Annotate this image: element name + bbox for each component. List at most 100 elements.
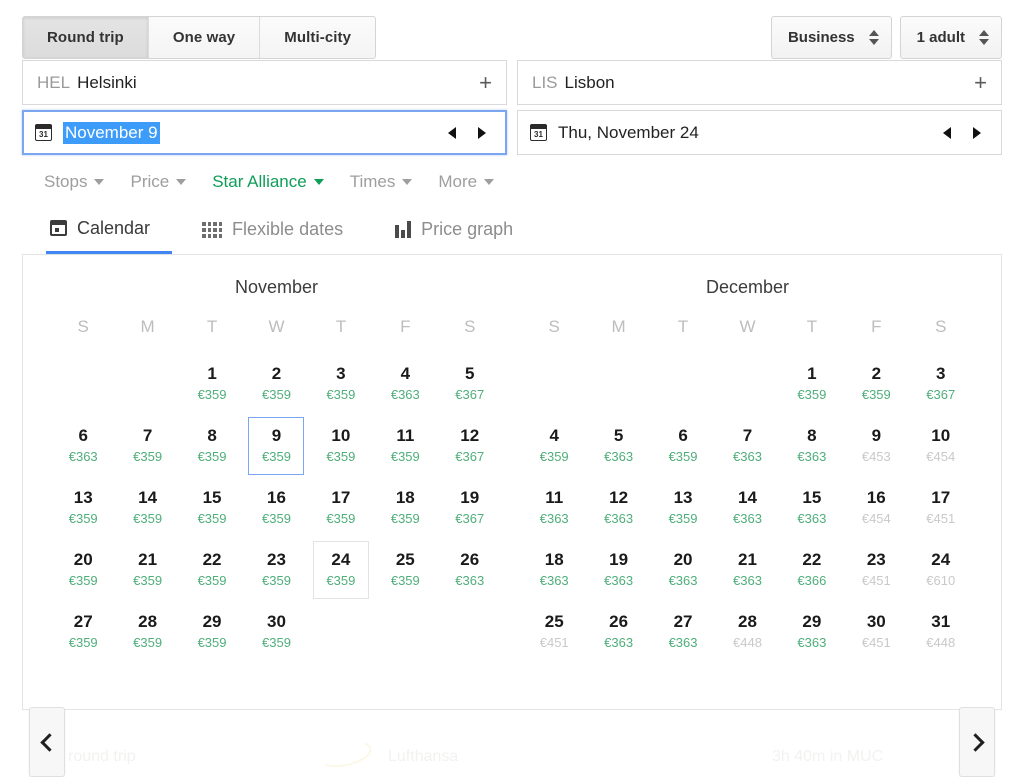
calendar-next-button[interactable] bbox=[959, 707, 995, 777]
day-number: 6 bbox=[678, 426, 688, 445]
day-cell[interactable]: 27 €363 bbox=[655, 603, 711, 661]
day-cell[interactable]: 1 €359 bbox=[784, 355, 840, 413]
day-cell[interactable]: 22 €366 bbox=[784, 541, 840, 599]
return-next-day-icon[interactable] bbox=[973, 126, 981, 139]
day-cell[interactable]: 21 €363 bbox=[719, 541, 775, 599]
day-cell[interactable]: 9 €359 bbox=[248, 417, 305, 475]
day-cell[interactable]: 28 €359 bbox=[120, 603, 176, 661]
day-cell[interactable]: 13 €359 bbox=[55, 479, 111, 537]
filter-stops[interactable]: Stops bbox=[44, 172, 105, 192]
return-date-field[interactable]: 31 Thu, November 24 bbox=[517, 110, 1002, 155]
tab-calendar[interactable]: Calendar bbox=[46, 205, 173, 254]
day-cell[interactable]: 16 €454 bbox=[848, 479, 904, 537]
passengers-picker[interactable]: 1 adult bbox=[899, 16, 1002, 59]
day-cell[interactable]: 23 €359 bbox=[248, 541, 304, 599]
trip-type-one-way[interactable]: One way bbox=[148, 17, 261, 58]
day-cell[interactable]: 7 €363 bbox=[719, 417, 775, 475]
filter-bar: Stops Price Star Alliance Times More bbox=[22, 159, 1002, 205]
cabin-class-picker[interactable]: Business bbox=[770, 16, 892, 59]
calendar-prev-button[interactable] bbox=[29, 707, 65, 777]
day-price: €363 bbox=[604, 449, 634, 464]
add-destination-icon[interactable]: + bbox=[974, 71, 987, 94]
day-cell[interactable]: 21 €359 bbox=[120, 541, 176, 599]
origin-field[interactable]: HEL Helsinki + bbox=[22, 60, 507, 105]
stepper-icon[interactable] bbox=[979, 30, 989, 45]
day-cell[interactable]: 23 €451 bbox=[848, 541, 904, 599]
filter-more[interactable]: More bbox=[438, 172, 495, 192]
calendar-week-row: 13 €359 14 €359 15 €359 16 €359 17 €359 18 €359 19 €3… bbox=[51, 479, 502, 541]
trip-type-segmented-control[interactable]: Round trip One way Multi-city bbox=[22, 16, 377, 59]
day-cell[interactable]: 10 €359 bbox=[313, 417, 369, 475]
day-cell[interactable]: 24 €359 bbox=[312, 541, 369, 599]
day-cell[interactable]: 9 €453 bbox=[848, 417, 904, 475]
day-cell[interactable]: 27 €359 bbox=[55, 603, 111, 661]
day-cell[interactable]: 4 €359 bbox=[526, 417, 582, 475]
weekday-header: W bbox=[739, 317, 756, 336]
departure-next-day-icon[interactable] bbox=[478, 126, 486, 139]
day-cell[interactable]: 26 €363 bbox=[591, 603, 647, 661]
add-origin-icon[interactable]: + bbox=[479, 71, 492, 94]
day-cell[interactable]: 20 €359 bbox=[55, 541, 111, 599]
month-title: November bbox=[234, 277, 319, 297]
day-cell[interactable]: 25 €451 bbox=[526, 603, 582, 661]
day-cell[interactable]: 31 €448 bbox=[913, 603, 969, 661]
day-cell[interactable]: 30 €359 bbox=[248, 603, 304, 661]
day-price: €363 bbox=[797, 635, 827, 650]
day-cell[interactable]: 19 €367 bbox=[442, 479, 498, 537]
day-cell[interactable]: 12 €367 bbox=[442, 417, 498, 475]
day-cell[interactable]: 1 €359 bbox=[184, 355, 240, 413]
day-cell[interactable]: 25 €359 bbox=[377, 541, 433, 599]
day-cell[interactable]: 3 €367 bbox=[913, 355, 969, 413]
day-cell[interactable]: 28 €448 bbox=[719, 603, 775, 661]
day-cell[interactable]: 2 €359 bbox=[248, 355, 304, 413]
day-number: 18 bbox=[544, 550, 564, 569]
day-cell[interactable]: 22 €359 bbox=[184, 541, 240, 599]
filter-price[interactable]: Price bbox=[130, 172, 187, 192]
day-cell[interactable]: 19 €363 bbox=[591, 541, 647, 599]
day-cell[interactable]: 3 €359 bbox=[313, 355, 369, 413]
filter-star-alliance[interactable]: Star Alliance bbox=[212, 172, 324, 192]
day-cell[interactable]: 15 €359 bbox=[184, 479, 240, 537]
day-cell[interactable]: 8 €359 bbox=[184, 417, 240, 475]
day-cell[interactable]: 14 €363 bbox=[719, 479, 775, 537]
day-cell[interactable]: 12 €363 bbox=[591, 479, 647, 537]
day-cell[interactable]: 29 €363 bbox=[784, 603, 840, 661]
day-cell-container: 17 €359 bbox=[309, 479, 373, 541]
day-cell[interactable]: 24 €610 bbox=[913, 541, 969, 599]
day-cell[interactable]: 2 €359 bbox=[848, 355, 904, 413]
day-cell[interactable]: 20 €363 bbox=[655, 541, 711, 599]
tab-price-graph[interactable]: Price graph bbox=[391, 205, 535, 254]
day-cell[interactable]: 10 €454 bbox=[913, 417, 969, 475]
day-price: €359 bbox=[262, 573, 291, 588]
destination-field[interactable]: LIS Lisbon + bbox=[517, 60, 1002, 105]
day-cell[interactable]: 16 €359 bbox=[248, 479, 304, 537]
departure-prev-day-icon[interactable] bbox=[448, 126, 456, 139]
filter-times[interactable]: Times bbox=[350, 172, 413, 192]
day-cell[interactable]: 30 €451 bbox=[848, 603, 904, 661]
tab-flexible-dates[interactable]: Flexible dates bbox=[198, 205, 365, 254]
day-cell[interactable]: 17 €451 bbox=[913, 479, 969, 537]
day-cell[interactable]: 18 €363 bbox=[526, 541, 582, 599]
day-cell[interactable]: 29 €359 bbox=[184, 603, 240, 661]
day-cell[interactable]: 5 €367 bbox=[442, 355, 498, 413]
departure-date-field[interactable]: 31 November 9 bbox=[22, 110, 507, 155]
stepper-icon[interactable] bbox=[868, 30, 879, 45]
day-cell[interactable]: 17 €359 bbox=[313, 479, 369, 537]
day-cell[interactable]: 13 €359 bbox=[655, 479, 711, 537]
day-cell[interactable]: 11 €359 bbox=[377, 417, 433, 475]
return-prev-day-icon[interactable] bbox=[943, 126, 951, 139]
day-cell[interactable]: 15 €363 bbox=[784, 479, 840, 537]
day-cell[interactable]: 18 €359 bbox=[377, 479, 433, 537]
trip-type-multi-city[interactable]: Multi-city bbox=[260, 17, 376, 58]
day-number: 21 bbox=[738, 550, 757, 569]
day-cell[interactable]: 6 €359 bbox=[655, 417, 711, 475]
day-cell[interactable]: 26 €363 bbox=[442, 541, 498, 599]
day-cell[interactable]: 6 €363 bbox=[55, 417, 111, 475]
day-cell[interactable]: 11 €363 bbox=[526, 479, 582, 537]
day-cell[interactable]: 14 €359 bbox=[120, 479, 176, 537]
day-cell[interactable]: 8 €363 bbox=[784, 417, 840, 475]
day-cell[interactable]: 7 €359 bbox=[120, 417, 176, 475]
day-cell[interactable]: 4 €363 bbox=[377, 355, 433, 413]
trip-type-round-trip[interactable]: Round trip bbox=[23, 17, 149, 58]
day-cell[interactable]: 5 €363 bbox=[591, 417, 647, 475]
